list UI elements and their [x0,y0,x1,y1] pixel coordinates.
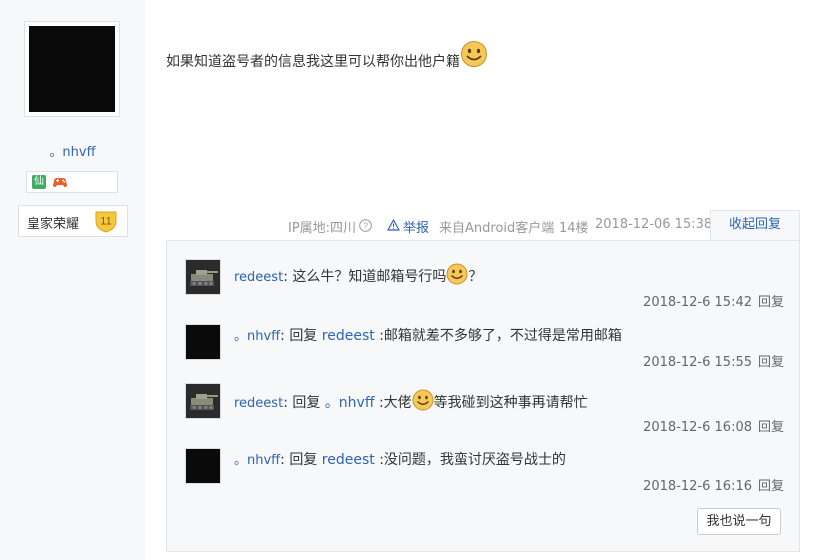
smile-emoji-icon [446,263,468,285]
reply-target-link[interactable]: redeest [322,328,375,344]
svg-text:?: ? [363,221,368,231]
comment-text: redeest: 这么牛？知道邮箱号行吗 ？ [234,263,482,286]
warning-icon[interactable] [387,219,400,231]
avatar[interactable] [185,259,221,295]
report-link[interactable]: 举报 [403,217,429,236]
smile-emoji-icon [461,41,487,67]
reply-button[interactable]: 回复 [758,420,784,435]
comment-text: 。nhvff: 回复 redeest :没问题，我蛮讨厌盗号战士的 [234,452,566,468]
avatar[interactable] [185,324,221,360]
comment-time: 2018-12-6 15:42 回复 [643,295,784,310]
rank-name: 皇家荣耀 [27,217,80,232]
comment-username[interactable]: 。nhvff [234,453,280,468]
author-username[interactable]: 。nhvff [0,141,145,160]
comment-username[interactable]: 。nhvff [234,329,280,344]
post-content: 如果知道盗号者的信息我这里可以帮你出他户籍 [166,40,488,71]
xian-badge-icon[interactable]: 仙 [32,175,46,189]
question-circle-icon[interactable]: ? [359,219,372,232]
badge-row: 仙 [26,171,118,193]
tank-avatar-icon [186,260,220,294]
reply-list: redeest: 这么牛？知道邮箱号行吗 ？ 2018-12-6 15:42 回复… [166,240,800,552]
comment-time: 2018-12-6 16:08 回复 [643,420,784,435]
avatar[interactable] [185,383,221,419]
comment-text: 。nhvff: 回复 redeest :邮箱就差不多够了，不过得是常用邮箱 [234,328,622,344]
comment-username[interactable]: redeest [234,396,283,411]
avatar-image [29,26,115,112]
smile-emoji-icon [412,389,434,411]
post-timestamp: 2018-12-06 15:38 [595,217,713,232]
collapse-replies-button[interactable]: 收起回复 [710,210,800,240]
post-meta: IP属地:四川 ? 举报 来自Android客户端 14楼 2018-12-06… [166,210,800,240]
comment-text: redeest: 回复 。nhvff :大佬 等我碰到这种事再请帮忙 [234,389,588,412]
reply-target-link[interactable]: 。nhvff [325,395,375,411]
author-avatar[interactable] [24,21,120,117]
tank-avatar-icon [186,384,220,418]
post-text: 如果知道盗号者的信息我这里可以帮你出他户籍 [166,54,460,70]
add-comment-button[interactable]: 我也说一句 [697,508,781,535]
avatar[interactable] [185,448,221,484]
floor-number: 14楼 [559,221,589,236]
rank-level-number: 11 [100,216,111,228]
level-shield-icon: 11 [95,211,117,233]
gamepad-icon[interactable] [52,175,68,189]
reply-target-link[interactable]: redeest [322,452,375,468]
comment-time: 2018-12-6 16:16 回复 [643,479,784,494]
client-source[interactable]: 来自Android客户端 [439,217,554,236]
level-rank[interactable]: 皇家荣耀 11 [18,205,128,237]
reply-button[interactable]: 回复 [758,295,784,310]
ip-location: IP属地:四川 [288,221,357,236]
reply-button[interactable]: 回复 [758,479,784,494]
reply-button[interactable]: 回复 [758,355,784,370]
comment-username[interactable]: redeest [234,270,283,285]
comment-time: 2018-12-6 15:55 回复 [643,355,784,370]
author-sidebar: 。nhvff 仙 皇家荣耀 11 [0,0,145,560]
